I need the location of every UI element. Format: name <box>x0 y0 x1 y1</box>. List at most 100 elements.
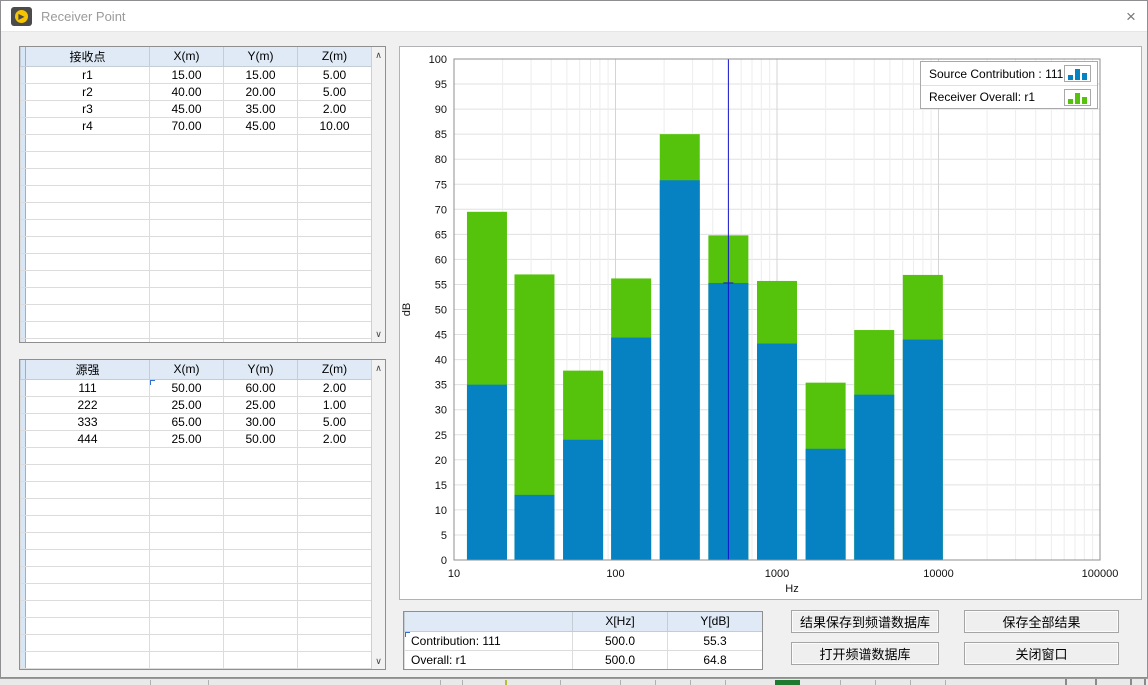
table-cell[interactable]: 25.00 <box>150 430 224 447</box>
close-window-button[interactable]: 关闭窗口 <box>964 642 1119 665</box>
table-cell[interactable] <box>150 253 224 270</box>
scroll-down-icon[interactable]: ∨ <box>372 654 385 668</box>
table-cell[interactable] <box>26 287 150 304</box>
table-cell[interactable] <box>150 617 224 634</box>
table-cell[interactable] <box>298 600 372 617</box>
table-cell[interactable]: 15.00 <box>224 66 298 83</box>
table-cell[interactable] <box>150 236 224 253</box>
table-cell[interactable]: Contribution: 111 <box>405 631 573 650</box>
table-cell[interactable] <box>26 270 150 287</box>
table-cell[interactable]: 35.00 <box>224 100 298 117</box>
table-cell[interactable] <box>298 549 372 566</box>
table-cell[interactable] <box>224 287 298 304</box>
table-cell[interactable] <box>26 321 150 338</box>
table-cell[interactable] <box>150 532 224 549</box>
table-cell[interactable] <box>150 515 224 532</box>
table-cell[interactable] <box>26 236 150 253</box>
table-cell[interactable] <box>298 481 372 498</box>
table-cell[interactable] <box>224 634 298 651</box>
table-cell[interactable] <box>26 219 150 236</box>
table-cell[interactable] <box>298 617 372 634</box>
table-cell[interactable] <box>224 134 298 151</box>
table-cell[interactable] <box>150 304 224 321</box>
table-cell[interactable] <box>26 549 150 566</box>
table-cell[interactable]: 2.00 <box>298 100 372 117</box>
table-cell[interactable] <box>224 202 298 219</box>
table-cell[interactable] <box>224 185 298 202</box>
table-cell[interactable]: 500.0 <box>573 631 668 650</box>
table-cell[interactable]: 2.00 <box>298 430 372 447</box>
table-cell[interactable] <box>26 481 150 498</box>
table-cell[interactable]: 64.8 <box>668 650 763 669</box>
table-cell[interactable]: 333 <box>26 413 150 430</box>
table-cell[interactable] <box>298 287 372 304</box>
close-icon[interactable]: × <box>1118 6 1144 28</box>
table-cell[interactable]: 25.00 <box>224 396 298 413</box>
table-cell[interactable] <box>298 583 372 600</box>
table-cell[interactable] <box>224 338 298 343</box>
table-cell[interactable] <box>150 151 224 168</box>
table-cell[interactable] <box>298 321 372 338</box>
table-cell[interactable] <box>298 168 372 185</box>
table-cell[interactable] <box>150 219 224 236</box>
table-cell[interactable] <box>150 338 224 343</box>
save-to-spectrum-db-button[interactable]: 结果保存到频谱数据库 <box>791 610 939 633</box>
legend-item[interactable]: Source Contribution : 111 <box>921 62 1097 85</box>
table-cell[interactable]: 2.00 <box>298 379 372 396</box>
table-cell[interactable] <box>150 583 224 600</box>
table-cell[interactable]: 444 <box>26 430 150 447</box>
table-cell[interactable] <box>298 270 372 287</box>
table-cell[interactable] <box>224 617 298 634</box>
table-cell[interactable] <box>298 566 372 583</box>
table-cell[interactable] <box>224 321 298 338</box>
table-cell[interactable] <box>26 617 150 634</box>
table-cell[interactable] <box>150 668 224 670</box>
table-cell[interactable]: 15.00 <box>150 66 224 83</box>
table-cell[interactable] <box>298 236 372 253</box>
table-cell[interactable] <box>26 151 150 168</box>
table-cell[interactable]: 5.00 <box>298 413 372 430</box>
table-cell[interactable] <box>150 566 224 583</box>
table-cell[interactable]: 111 <box>26 379 150 396</box>
table-cell[interactable] <box>26 634 150 651</box>
table-cell[interactable] <box>298 253 372 270</box>
table-cell[interactable]: 45.00 <box>224 117 298 134</box>
receiver-table-scrollbar[interactable]: ∧ ∨ <box>371 47 385 342</box>
table-cell[interactable] <box>224 481 298 498</box>
table-cell[interactable] <box>150 549 224 566</box>
table-cell[interactable] <box>224 566 298 583</box>
table-cell[interactable]: 5.00 <box>298 66 372 83</box>
table-cell[interactable]: 50.00 <box>224 430 298 447</box>
table-cell[interactable] <box>224 583 298 600</box>
table-cell[interactable] <box>26 447 150 464</box>
table-cell[interactable] <box>298 498 372 515</box>
table-cell[interactable] <box>224 515 298 532</box>
table-cell[interactable] <box>224 168 298 185</box>
table-cell[interactable]: r1 <box>26 66 150 83</box>
table-cell[interactable]: r4 <box>26 117 150 134</box>
table-cell[interactable] <box>150 202 224 219</box>
table-cell[interactable]: 25.00 <box>150 396 224 413</box>
legend-item[interactable]: Receiver Overall: r1 <box>921 85 1097 108</box>
table-cell[interactable] <box>26 668 150 670</box>
table-cell[interactable] <box>224 651 298 668</box>
table-cell[interactable] <box>150 481 224 498</box>
table-cell[interactable] <box>26 464 150 481</box>
table-cell[interactable]: 60.00 <box>224 379 298 396</box>
table-cell[interactable] <box>26 338 150 343</box>
table-cell[interactable] <box>150 134 224 151</box>
table-cell[interactable]: r2 <box>26 83 150 100</box>
table-cell[interactable] <box>150 185 224 202</box>
table-cell[interactable] <box>26 566 150 583</box>
table-cell[interactable] <box>150 447 224 464</box>
table-cell[interactable] <box>298 464 372 481</box>
table-cell[interactable] <box>26 185 150 202</box>
table-cell[interactable] <box>150 464 224 481</box>
table-cell[interactable] <box>298 202 372 219</box>
table-cell[interactable] <box>224 447 298 464</box>
table-cell[interactable]: 45.00 <box>150 100 224 117</box>
table-cell[interactable] <box>224 236 298 253</box>
scroll-up-icon[interactable]: ∧ <box>372 48 385 62</box>
table-cell[interactable]: 30.00 <box>224 413 298 430</box>
table-cell[interactable] <box>224 549 298 566</box>
